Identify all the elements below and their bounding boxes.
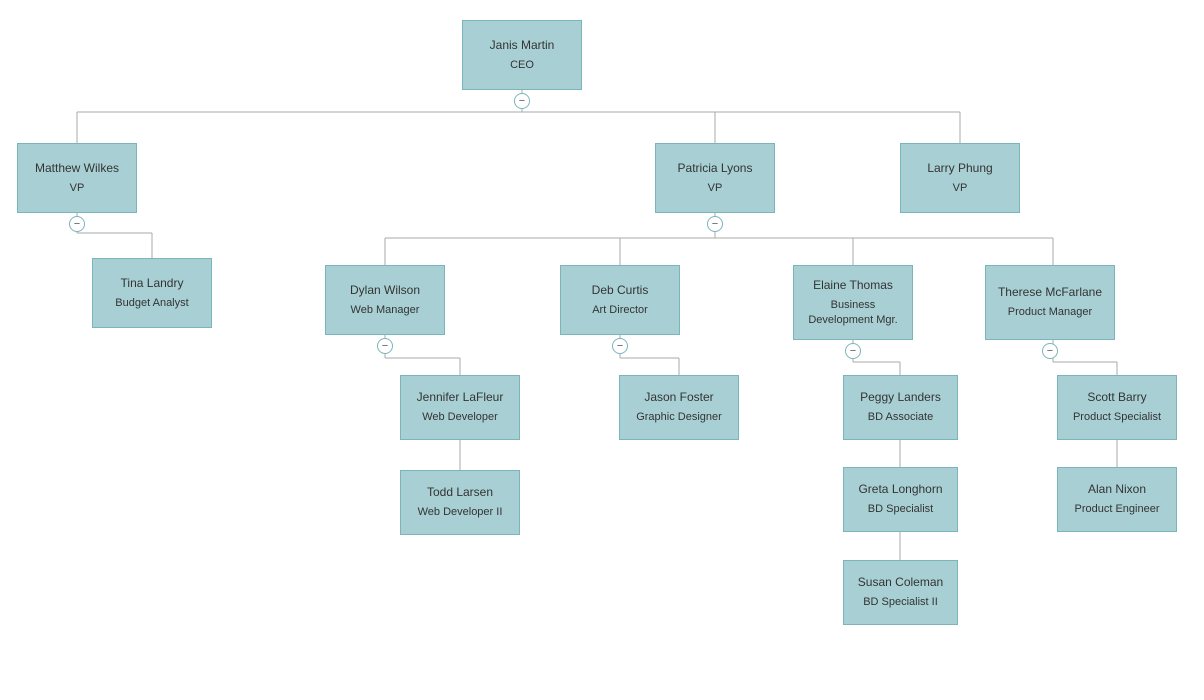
node-jason: Jason Foster Graphic Designer bbox=[619, 375, 739, 440]
connector-lines bbox=[0, 0, 1204, 700]
node-susan: Susan Coleman BD Specialist II bbox=[843, 560, 958, 625]
collapse-patricia[interactable]: − bbox=[707, 216, 723, 232]
node-larry: Larry Phung VP bbox=[900, 143, 1020, 213]
node-tina-title: Budget Analyst bbox=[115, 296, 188, 311]
node-greta: Greta Longhorn BD Specialist bbox=[843, 467, 958, 532]
node-peggy-name: Peggy Landers bbox=[860, 389, 941, 406]
node-dylan-name: Dylan Wilson bbox=[350, 282, 420, 299]
node-elaine: Elaine Thomas BusinessDevelopment Mgr. bbox=[793, 265, 913, 340]
node-larry-name: Larry Phung bbox=[927, 160, 992, 177]
collapse-deb[interactable]: − bbox=[612, 338, 628, 354]
node-susan-title: BD Specialist II bbox=[863, 595, 938, 610]
node-patricia: Patricia Lyons VP bbox=[655, 143, 775, 213]
node-elaine-name: Elaine Thomas bbox=[813, 277, 893, 294]
node-alan-name: Alan Nixon bbox=[1088, 481, 1146, 498]
collapse-therese[interactable]: − bbox=[1042, 343, 1058, 359]
node-greta-title: BD Specialist bbox=[868, 502, 933, 517]
node-elaine-title: BusinessDevelopment Mgr. bbox=[808, 298, 897, 329]
org-chart: Janis Martin CEO − Matthew Wilkes VP − P… bbox=[0, 0, 1204, 700]
collapse-elaine[interactable]: − bbox=[845, 343, 861, 359]
collapse-matthew[interactable]: − bbox=[69, 216, 85, 232]
node-jennifer-name: Jennifer LaFleur bbox=[417, 389, 504, 406]
node-therese: Therese McFarlane Product Manager bbox=[985, 265, 1115, 340]
node-patricia-name: Patricia Lyons bbox=[678, 160, 753, 177]
node-janis-name: Janis Martin bbox=[490, 37, 555, 54]
node-matthew-title: VP bbox=[70, 181, 85, 196]
node-dylan: Dylan Wilson Web Manager bbox=[325, 265, 445, 335]
node-therese-name: Therese McFarlane bbox=[998, 284, 1102, 301]
node-greta-name: Greta Longhorn bbox=[858, 481, 942, 498]
node-tina: Tina Landry Budget Analyst bbox=[92, 258, 212, 328]
node-larry-title: VP bbox=[953, 181, 968, 196]
node-deb: Deb Curtis Art Director bbox=[560, 265, 680, 335]
node-peggy-title: BD Associate bbox=[868, 410, 933, 425]
node-scott-title: Product Specialist bbox=[1073, 410, 1161, 425]
node-matthew-name: Matthew Wilkes bbox=[35, 160, 119, 177]
node-jason-name: Jason Foster bbox=[644, 389, 713, 406]
node-deb-title: Art Director bbox=[592, 303, 648, 318]
node-todd-title: Web Developer II bbox=[418, 505, 503, 520]
node-susan-name: Susan Coleman bbox=[858, 574, 943, 591]
node-deb-name: Deb Curtis bbox=[592, 282, 649, 299]
node-matthew: Matthew Wilkes VP bbox=[17, 143, 137, 213]
node-jason-title: Graphic Designer bbox=[636, 410, 722, 425]
collapse-janis[interactable]: − bbox=[514, 93, 530, 109]
node-therese-title: Product Manager bbox=[1008, 305, 1092, 320]
node-dylan-title: Web Manager bbox=[351, 303, 420, 318]
node-alan-title: Product Engineer bbox=[1075, 502, 1160, 517]
node-jennifer-title: Web Developer bbox=[422, 410, 498, 425]
node-patricia-title: VP bbox=[708, 181, 723, 196]
node-tina-name: Tina Landry bbox=[121, 275, 184, 292]
node-janis: Janis Martin CEO bbox=[462, 20, 582, 90]
node-todd-name: Todd Larsen bbox=[427, 484, 493, 501]
node-todd: Todd Larsen Web Developer II bbox=[400, 470, 520, 535]
node-jennifer: Jennifer LaFleur Web Developer bbox=[400, 375, 520, 440]
node-janis-title: CEO bbox=[510, 58, 534, 73]
node-alan: Alan Nixon Product Engineer bbox=[1057, 467, 1177, 532]
node-scott: Scott Barry Product Specialist bbox=[1057, 375, 1177, 440]
collapse-dylan[interactable]: − bbox=[377, 338, 393, 354]
node-peggy: Peggy Landers BD Associate bbox=[843, 375, 958, 440]
node-scott-name: Scott Barry bbox=[1087, 389, 1146, 406]
